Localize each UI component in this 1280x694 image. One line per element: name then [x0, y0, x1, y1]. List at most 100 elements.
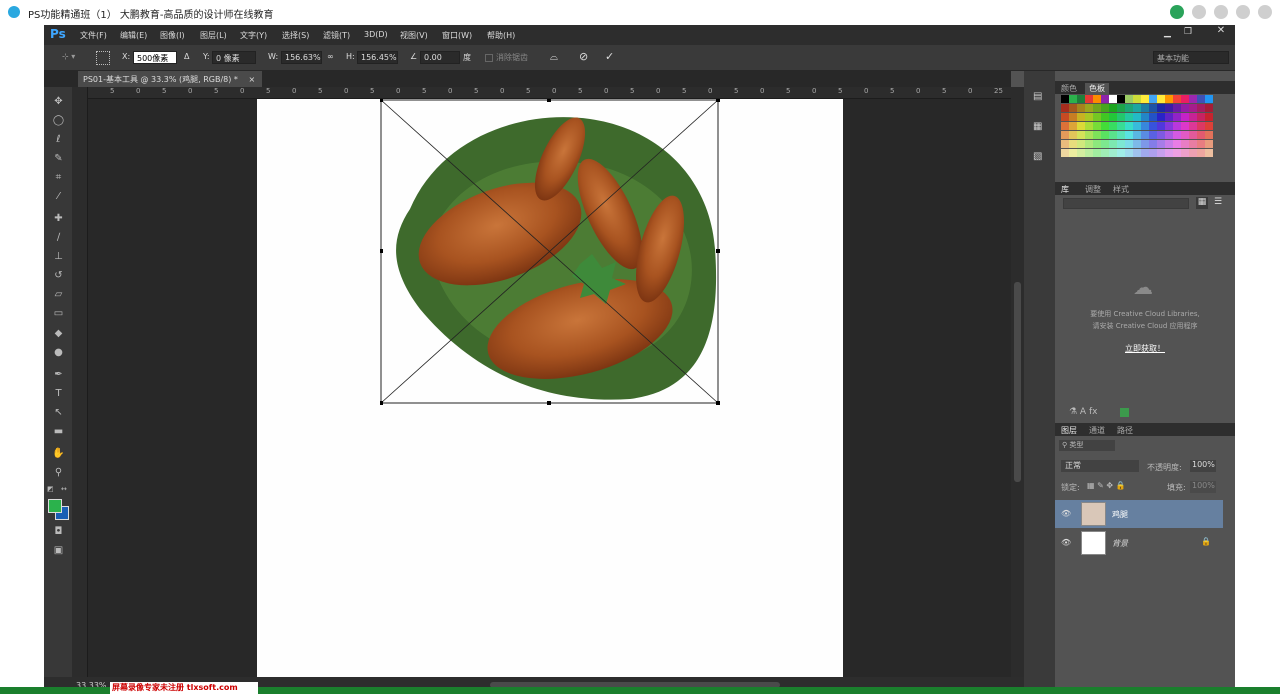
- color-swatch[interactable]: [1133, 149, 1141, 157]
- color-swatch[interactable]: [1197, 95, 1205, 103]
- stamp-tool-icon[interactable]: ⊥: [52, 250, 65, 263]
- crop-tool-icon[interactable]: ⌗: [52, 171, 65, 184]
- color-swatch[interactable]: [1093, 104, 1101, 112]
- color-swatch[interactable]: [1117, 104, 1125, 112]
- color-swatch[interactable]: [1077, 131, 1085, 139]
- rectangle-tool-icon[interactable]: ▬: [52, 425, 65, 438]
- color-swatch[interactable]: [1061, 95, 1069, 103]
- color-swatch[interactable]: [1069, 104, 1077, 112]
- grid-view-icon[interactable]: ▦: [1196, 197, 1208, 209]
- eraser-tool-icon[interactable]: ▱: [52, 288, 65, 301]
- hand-tool-icon[interactable]: ✋: [52, 447, 65, 460]
- library-color-icon[interactable]: [1120, 408, 1129, 417]
- color-swatch[interactable]: [1125, 122, 1133, 130]
- screen-mode-icon[interactable]: ▣: [52, 544, 65, 557]
- color-swatch[interactable]: [1157, 113, 1165, 121]
- color-swatch[interactable]: [1133, 122, 1141, 130]
- color-swatch[interactable]: [1173, 113, 1181, 121]
- color-swatch[interactable]: [1149, 131, 1157, 139]
- color-swatch[interactable]: [1157, 95, 1165, 103]
- color-swatch[interactable]: [1085, 131, 1093, 139]
- color-swatch[interactable]: [1197, 104, 1205, 112]
- color-swatch[interactable]: [1165, 140, 1173, 148]
- color-swatch[interactable]: [1109, 140, 1117, 148]
- menu-file[interactable]: 文件(F): [80, 30, 107, 41]
- color-swatch[interactable]: [1117, 113, 1125, 121]
- color-swatch[interactable]: [1173, 122, 1181, 130]
- color-swatch[interactable]: [1181, 149, 1189, 157]
- blend-mode-select[interactable]: 正常: [1061, 460, 1139, 472]
- color-swatch[interactable]: [1117, 149, 1125, 157]
- color-swatch[interactable]: [1085, 140, 1093, 148]
- color-swatch[interactable]: [1093, 113, 1101, 121]
- chicken-layer-image[interactable]: [380, 99, 720, 405]
- color-swatch[interactable]: [1205, 104, 1213, 112]
- color-swatch[interactable]: [1165, 104, 1173, 112]
- color-swatch[interactable]: [1085, 122, 1093, 130]
- fill-input[interactable]: 100%: [1190, 481, 1216, 493]
- color-swatch[interactable]: [1157, 140, 1165, 148]
- color-swatch[interactable]: [1173, 149, 1181, 157]
- color-swatch[interactable]: [1125, 95, 1133, 103]
- menu-window[interactable]: 窗口(W): [442, 30, 472, 41]
- tab-swatches[interactable]: 色板: [1085, 83, 1109, 94]
- color-swatch[interactable]: [1101, 122, 1109, 130]
- vertical-scrollbar[interactable]: [1011, 87, 1024, 677]
- color-swatch[interactable]: [1077, 104, 1085, 112]
- color-swatch[interactable]: [1093, 95, 1101, 103]
- tab-color[interactable]: 颜色: [1061, 83, 1077, 94]
- handle-top-left[interactable]: [380, 99, 383, 102]
- antialias-checkbox[interactable]: [485, 54, 493, 62]
- color-swatch[interactable]: [1165, 95, 1173, 103]
- color-swatch[interactable]: [1093, 149, 1101, 157]
- color-swatch[interactable]: [1109, 95, 1117, 103]
- visibility-eye-icon[interactable]: 👁: [1061, 538, 1071, 547]
- maximize-icon[interactable]: [1236, 5, 1250, 19]
- document-tab[interactable]: PS01-基本工具 @ 33.3% (鸡腿, RGB/8) * ×: [78, 71, 262, 87]
- menu-layer[interactable]: 图层(L): [200, 30, 227, 41]
- color-swatch[interactable]: [1173, 104, 1181, 112]
- color-swatch[interactable]: [1197, 149, 1205, 157]
- color-swatch[interactable]: [1157, 131, 1165, 139]
- color-swatch[interactable]: [1173, 131, 1181, 139]
- color-swatch[interactable]: [1125, 131, 1133, 139]
- color-swatch[interactable]: [1189, 113, 1197, 121]
- color-swatch[interactable]: [1061, 113, 1069, 121]
- color-swatch[interactable]: [1117, 131, 1125, 139]
- menu-3d[interactable]: 3D(D): [364, 30, 388, 39]
- y-input[interactable]: 0 像素: [212, 51, 256, 64]
- color-swatch[interactable]: [1181, 95, 1189, 103]
- brush-tool-icon[interactable]: ∕: [52, 231, 65, 244]
- minimize-icon[interactable]: [1214, 5, 1228, 19]
- swap-colors-icon[interactable]: ↔: [61, 485, 69, 493]
- color-swatch[interactable]: [1069, 122, 1077, 130]
- handle-bottom[interactable]: [547, 401, 551, 405]
- foreground-color-swatch[interactable]: [48, 499, 62, 513]
- close-icon[interactable]: [1258, 5, 1272, 19]
- handle-bottom-right[interactable]: [716, 401, 720, 405]
- quick-mask-icon[interactable]: ◘: [52, 525, 65, 538]
- color-swatch[interactable]: [1117, 122, 1125, 130]
- actions-panel-icon[interactable]: ▧: [1033, 151, 1047, 165]
- color-swatch[interactable]: [1181, 122, 1189, 130]
- color-swatch[interactable]: [1109, 131, 1117, 139]
- type-tool-icon[interactable]: T: [52, 387, 65, 400]
- color-swatch[interactable]: [1205, 131, 1213, 139]
- color-swatch[interactable]: [1181, 113, 1189, 121]
- link-icon[interactable]: ∞: [327, 52, 334, 61]
- tab-libraries[interactable]: 库: [1061, 184, 1069, 195]
- marquee-tool-icon[interactable]: ◯: [52, 114, 65, 127]
- color-swatch[interactable]: [1133, 113, 1141, 121]
- color-swatch[interactable]: [1125, 140, 1133, 148]
- ps-close-icon[interactable]: ✕: [1208, 25, 1234, 39]
- color-swatch[interactable]: [1077, 95, 1085, 103]
- color-swatch[interactable]: [1061, 140, 1069, 148]
- color-swatch[interactable]: [1205, 113, 1213, 121]
- tab-channels[interactable]: 通道: [1089, 425, 1105, 436]
- move-tool-icon[interactable]: ✥: [52, 95, 65, 108]
- zoom-tool-icon[interactable]: ⚲: [52, 466, 65, 479]
- menu-select[interactable]: 选择(S): [282, 30, 309, 41]
- menu-image[interactable]: 图像(I): [160, 30, 185, 41]
- lock-icons[interactable]: ▦ ✎ ✥ 🔒: [1087, 481, 1126, 490]
- library-footer-icons[interactable]: ⚗ A fx: [1069, 407, 1097, 417]
